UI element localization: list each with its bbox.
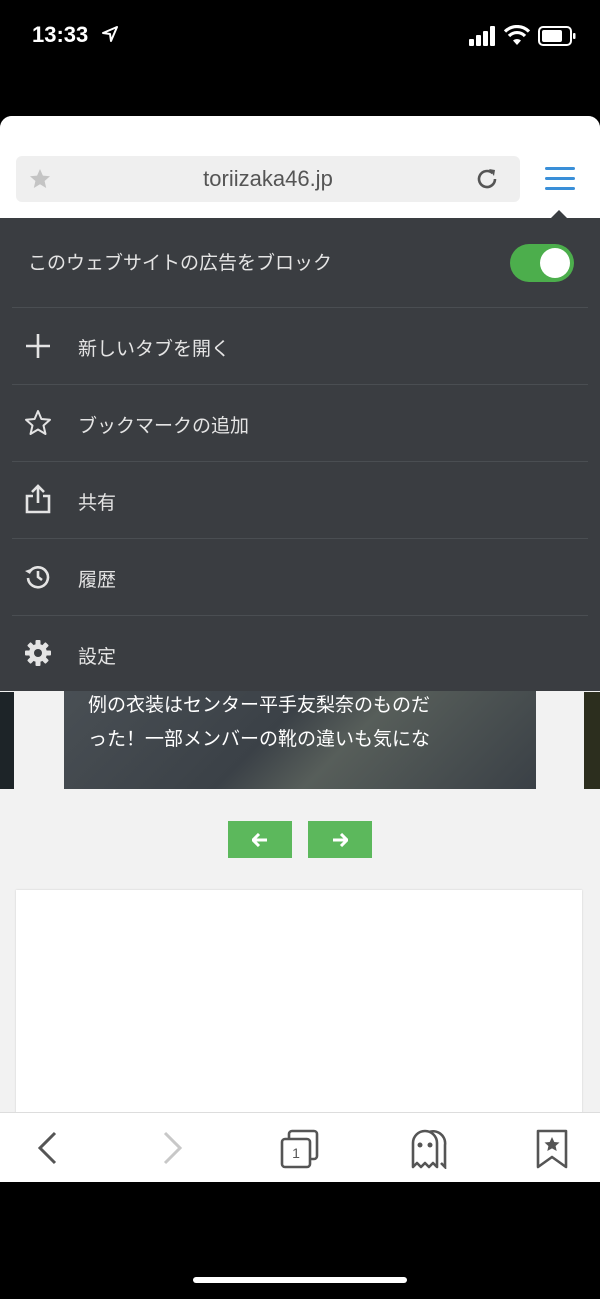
- menu-item-label: 新しいタブを開く: [78, 338, 231, 360]
- cellular-signal-icon: [469, 26, 497, 50]
- menu-item-adblock: このウェブサイトの広告をブロック: [12, 218, 588, 308]
- menu-item-share[interactable]: 共有: [12, 462, 588, 539]
- share-icon: [24, 484, 52, 518]
- adblock-toggle[interactable]: [510, 244, 574, 282]
- menu-item-add-bookmark[interactable]: ブックマークの追加: [12, 385, 588, 462]
- plus-icon: [24, 332, 52, 364]
- star-outline-icon: [24, 409, 52, 441]
- tab-count: 1: [292, 1145, 300, 1161]
- bottom-toolbar: 1: [0, 1112, 600, 1182]
- carousel-next-slide[interactable]: [584, 692, 600, 789]
- address-bar-area: toriizaka46.jp: [0, 116, 600, 218]
- menu-item-label: 共有: [78, 492, 117, 514]
- location-arrow-icon: [102, 26, 118, 46]
- gear-icon: [24, 639, 52, 671]
- menu-item-label: ブックマークの追加: [78, 415, 250, 437]
- carousel-prev-button[interactable]: [228, 821, 292, 858]
- article-image[interactable]: 例の衣装はセンター平手友梨奈のものだ った！一部メンバーの靴の違いも気にな: [64, 676, 536, 789]
- history-icon: [24, 563, 52, 595]
- forward-icon[interactable]: [162, 1131, 184, 1169]
- wifi-icon: [503, 24, 531, 49]
- status-bar: 13:33: [0, 0, 600, 116]
- arrow-left-icon: [252, 832, 267, 847]
- url-field[interactable]: toriizaka46.jp: [16, 156, 520, 202]
- toggle-knob: [540, 248, 570, 278]
- menu-item-history[interactable]: 履歴: [12, 539, 588, 616]
- menu-item-new-tab[interactable]: 新しいタブを開く: [12, 308, 588, 385]
- status-time: 13:33: [32, 22, 89, 47]
- bookmarks-icon[interactable]: [535, 1129, 569, 1173]
- carousel-prev-slide[interactable]: [0, 692, 14, 789]
- browser-window: 例の衣装はセンター平手友梨奈のものだ った！一部メンバーの靴の違いも気にな to…: [0, 116, 600, 1182]
- home-indicator[interactable]: [193, 1277, 407, 1283]
- adblock-label: このウェブサイトの広告をブロック: [28, 252, 333, 274]
- tabs-button[interactable]: 1: [279, 1129, 321, 1173]
- article-caption-line1: 例の衣装はセンター平手友梨奈のものだ: [88, 694, 431, 716]
- menu-caret: [551, 210, 567, 218]
- back-icon[interactable]: [36, 1131, 58, 1169]
- article-caption-line2: った！一部メンバーの靴の違いも気にな: [88, 728, 431, 750]
- url-text: toriizaka46.jp: [203, 166, 333, 191]
- menu-item-label: 設定: [78, 646, 117, 668]
- menu-item-settings[interactable]: 設定: [12, 616, 588, 691]
- carousel-next-button[interactable]: [308, 821, 372, 858]
- dropdown-menu: このウェブサイトの広告をブロック 新しいタブを開く ブックマークの追加 共有 履…: [0, 218, 600, 691]
- reload-icon[interactable]: [474, 166, 500, 196]
- menu-button[interactable]: [541, 164, 577, 194]
- menu-item-label: 履歴: [78, 569, 117, 591]
- ghost-icon[interactable]: [403, 1127, 449, 1173]
- arrow-right-icon: [333, 832, 348, 847]
- battery-icon: [538, 26, 576, 50]
- article-caption: 例の衣装はセンター平手友梨奈のものだ った！一部メンバーの靴の違いも気にな: [88, 688, 430, 756]
